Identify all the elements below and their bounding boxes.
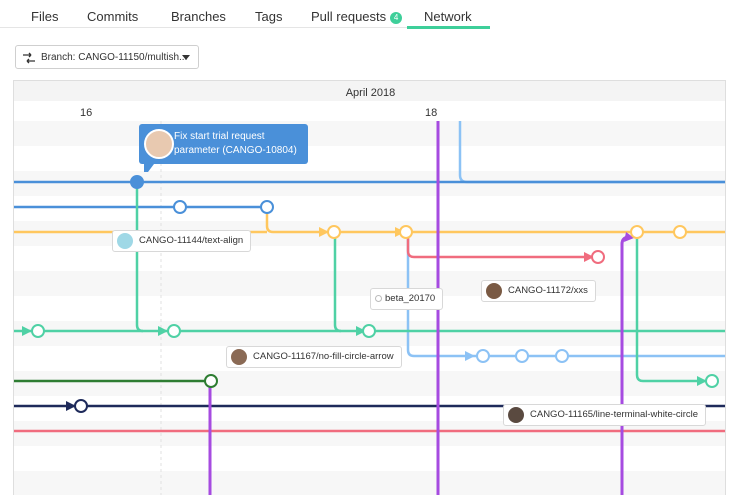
pull-requests-count-badge: 4 bbox=[390, 12, 403, 24]
commit-node bbox=[74, 399, 88, 413]
day-header-bg bbox=[14, 101, 725, 121]
branch-label[interactable]: CANGO-11165/line-terminal-white-circle bbox=[503, 404, 707, 426]
tab-commits[interactable]: Commits bbox=[87, 9, 138, 24]
commit-node-selected bbox=[130, 175, 144, 189]
commit-node bbox=[555, 349, 569, 363]
branch-label-text: CANGO-11167/no-fill-circle-arrow bbox=[253, 351, 394, 362]
branch-label-text: CANGO-11172/xxs bbox=[508, 285, 588, 296]
tag-icon bbox=[375, 295, 382, 302]
row-stripe bbox=[14, 121, 725, 146]
commit-node bbox=[673, 225, 687, 239]
avatar bbox=[231, 349, 247, 365]
branch-line-green bbox=[635, 232, 713, 383]
chevron-down-icon bbox=[182, 55, 190, 60]
day-label: 18 bbox=[425, 107, 438, 119]
commit-node bbox=[362, 324, 376, 338]
row-stripe bbox=[14, 371, 725, 396]
active-tab-indicator bbox=[407, 26, 490, 29]
branch-label[interactable]: CANGO-11167/no-fill-circle-arrow bbox=[226, 346, 402, 368]
tab-tags[interactable]: Tags bbox=[255, 9, 282, 24]
commit-node bbox=[31, 324, 45, 338]
branch-line-green bbox=[135, 182, 144, 333]
branch-label[interactable]: CANGO-11172/xxs bbox=[481, 280, 596, 302]
branch-label-text: CANGO-11165/line-terminal-white-circle bbox=[530, 409, 699, 420]
commit-node bbox=[173, 200, 187, 214]
branch-selector[interactable]: Branch: CANGO-11150/multish... bbox=[15, 45, 199, 69]
branch-icon bbox=[23, 52, 35, 64]
commit-node bbox=[705, 374, 719, 388]
avatar bbox=[508, 407, 524, 423]
commit-node bbox=[515, 349, 529, 363]
tab-bar: Files Commits Branches Tags Pull request… bbox=[0, 0, 739, 30]
commit-node bbox=[167, 324, 181, 338]
tab-network[interactable]: Network bbox=[424, 9, 472, 24]
arrow-head bbox=[465, 351, 475, 361]
commit-node bbox=[476, 349, 490, 363]
tab-pull-requests-label: Pull requests bbox=[311, 9, 387, 24]
row-stripe bbox=[14, 171, 725, 196]
day-label: 16 bbox=[80, 107, 93, 119]
row-stripe bbox=[14, 471, 725, 495]
commit-node bbox=[630, 225, 644, 239]
branch-selector-label: Branch: CANGO-11150/multish... bbox=[41, 52, 188, 63]
tooltip-pointer bbox=[144, 164, 154, 172]
commit-node bbox=[327, 225, 341, 239]
tag-label-text: beta_20170 bbox=[385, 293, 436, 304]
avatar bbox=[117, 233, 133, 249]
tag-label[interactable]: beta_20170 bbox=[370, 288, 444, 310]
commit-node bbox=[204, 374, 218, 388]
commit-node bbox=[399, 225, 413, 239]
commit-node bbox=[260, 200, 274, 214]
tab-pull-requests[interactable]: Pull requests 4 bbox=[311, 9, 403, 24]
avatar bbox=[486, 283, 502, 299]
network-graph[interactable]: April 2018 16 18 Fix start trial request… bbox=[13, 80, 726, 495]
commit-message: Fix start trial request parameter (CANGO… bbox=[174, 131, 297, 156]
branch-label-text: CANGO-11144/text-align bbox=[139, 235, 244, 246]
tab-branches[interactable]: Branches bbox=[171, 9, 226, 24]
month-label: April 2018 bbox=[345, 87, 396, 99]
commit-node bbox=[591, 250, 605, 264]
commit-tooltip[interactable]: Fix start trial request parameter (CANGO… bbox=[139, 124, 308, 172]
tab-files[interactable]: Files bbox=[31, 9, 58, 24]
branch-label[interactable]: CANGO-11144/text-align bbox=[112, 230, 252, 252]
avatar bbox=[144, 129, 174, 159]
